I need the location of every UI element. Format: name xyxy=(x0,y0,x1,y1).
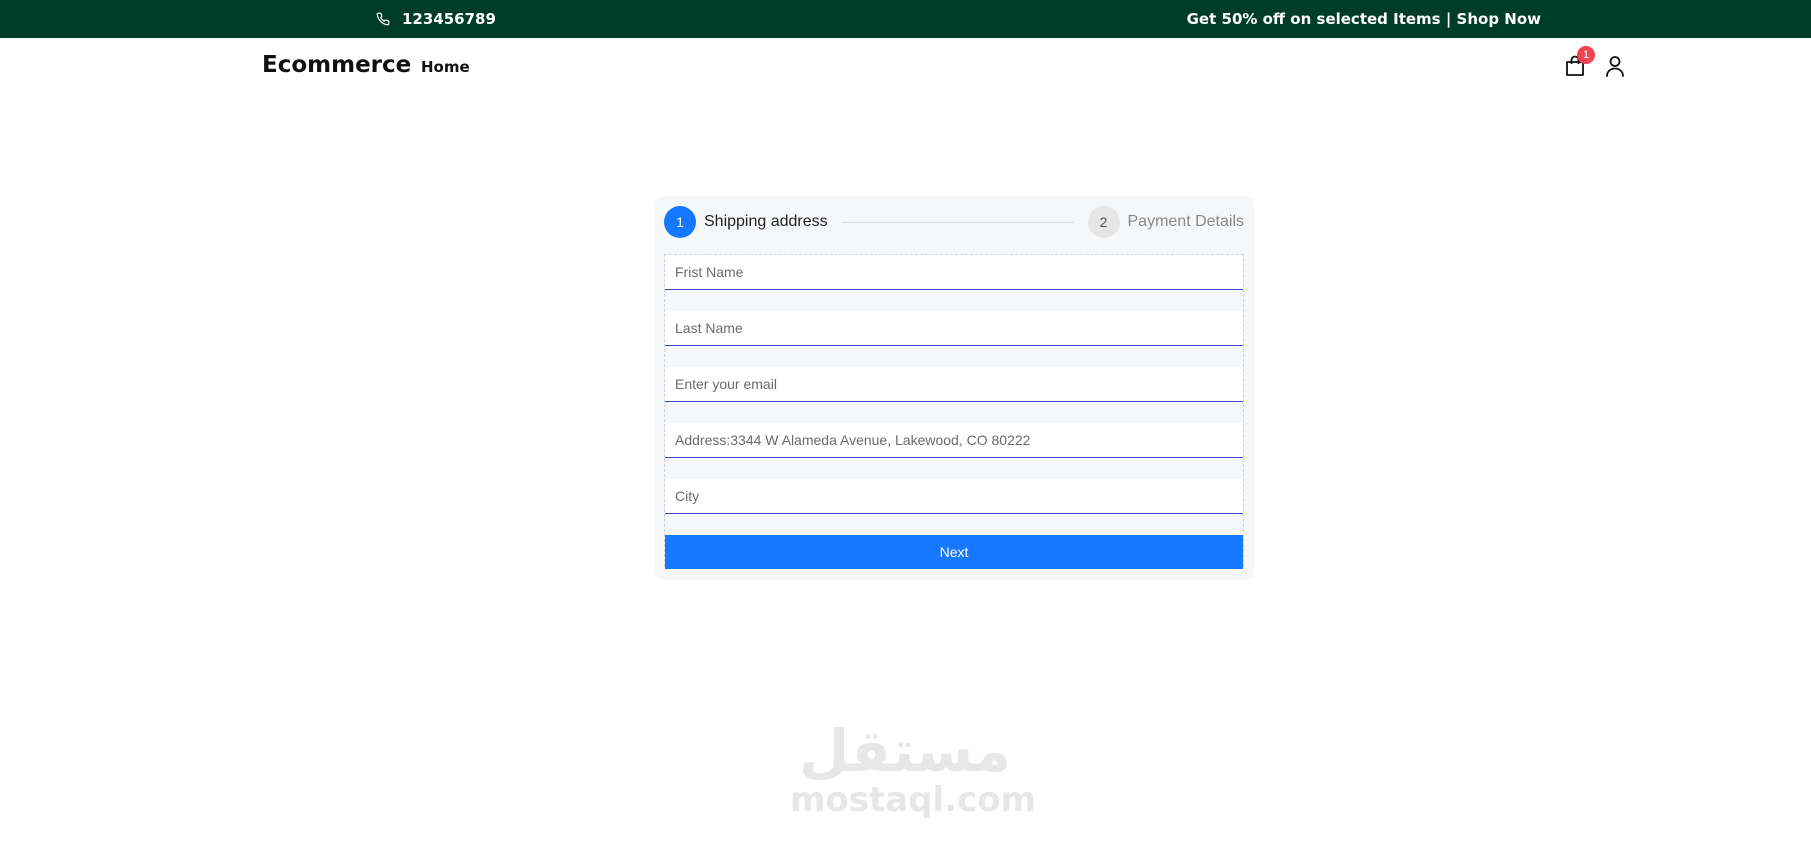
step-shipping-address[interactable]: 1 Shipping address xyxy=(664,206,828,238)
step-connector xyxy=(842,222,1074,223)
shopping-bag-icon xyxy=(1565,55,1585,81)
watermark-logo: مستقل mostaql.com xyxy=(790,717,1037,830)
email-input[interactable] xyxy=(665,367,1243,402)
site-logo[interactable]: Ecommerce xyxy=(262,52,411,78)
next-button[interactable]: Next xyxy=(665,535,1243,569)
step-number: 2 xyxy=(1087,206,1120,238)
phone-number: 123456789 xyxy=(402,10,496,28)
step-label: Payment Details xyxy=(1127,213,1245,230)
city-input[interactable] xyxy=(665,479,1243,514)
nav-link-home[interactable]: Home xyxy=(421,58,470,76)
promo-banner[interactable]: Get 50% off on selected Items | Shop Now xyxy=(1187,0,1541,38)
step-payment-details[interactable]: 2 Payment Details xyxy=(1087,206,1245,238)
shipping-form: Next xyxy=(664,254,1244,569)
checkout-card: 1 Shipping address 2 Payment Details Nex… xyxy=(654,196,1254,580)
phone-icon xyxy=(376,12,390,26)
site-header: Ecommerce Home 1 xyxy=(0,38,1811,96)
checkout-steps: 1 Shipping address 2 Payment Details xyxy=(664,206,1244,238)
phone-contact: 123456789 xyxy=(376,0,496,38)
last-name-input[interactable] xyxy=(665,311,1243,346)
watermark-latin: mostaql.com xyxy=(790,780,1037,820)
first-name-input[interactable] xyxy=(665,255,1243,290)
step-number: 1 xyxy=(664,206,696,238)
top-bar: 123456789 Get 50% off on selected Items … xyxy=(0,0,1811,38)
cart-badge: 1 xyxy=(1577,46,1595,64)
watermark-arabic: مستقل xyxy=(798,717,1012,785)
address-input[interactable] xyxy=(665,423,1243,458)
user-account-button[interactable] xyxy=(1605,55,1627,79)
user-icon xyxy=(1605,56,1625,81)
cart-button[interactable]: 1 xyxy=(1565,46,1595,81)
step-label: Shipping address xyxy=(704,213,828,230)
